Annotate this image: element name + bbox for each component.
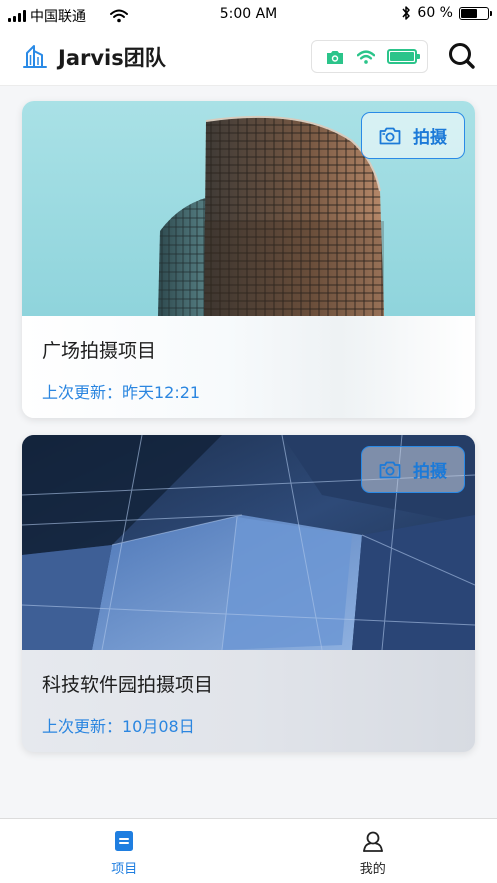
project-card[interactable]: 拍摄 广场拍摄项目 上次更新：昨天12:21 xyxy=(22,101,475,418)
project-card-body: 科技软件园拍摄项目 上次更新：10月08日 xyxy=(22,650,475,752)
tab-label: 我的 xyxy=(359,862,386,877)
battery-icon xyxy=(459,6,492,20)
status-bar-right: 60 % xyxy=(401,5,492,21)
project-title: 广场拍摄项目 xyxy=(42,340,157,362)
tab-bar: 项目 我的 xyxy=(0,818,497,883)
search-icon[interactable] xyxy=(448,42,476,70)
tab-projects[interactable]: 项目 xyxy=(0,819,249,883)
shoot-button-label: 拍摄 xyxy=(413,462,447,482)
project-title: 科技软件园拍摄项目 xyxy=(42,674,214,696)
bluetooth-icon xyxy=(402,6,411,20)
tab-label: 项目 xyxy=(111,862,138,877)
wifi-icon xyxy=(356,49,375,64)
project-card-body: 广场拍摄项目 上次更新：昨天12:21 xyxy=(22,316,475,418)
battery-icon xyxy=(387,49,420,64)
last-updated: 上次更新：昨天12:21 xyxy=(42,383,201,402)
list-icon xyxy=(115,831,134,851)
project-card[interactable]: 拍摄 科技软件园拍摄项目 上次更新：10月08日 xyxy=(22,435,475,752)
tab-mine[interactable]: 我的 xyxy=(249,819,497,883)
user-icon xyxy=(362,831,383,852)
camera-icon xyxy=(379,461,401,479)
app-header: Jarvis团队 xyxy=(0,30,497,86)
building-icon xyxy=(23,45,47,68)
status-bar: 中国联通 5:00 AM 60 % xyxy=(0,0,497,30)
app-title: Jarvis团队 xyxy=(58,46,166,70)
camera-icon xyxy=(327,50,343,64)
camera-icon xyxy=(379,127,401,145)
device-status-panel[interactable] xyxy=(311,40,428,73)
last-updated: 上次更新：10月08日 xyxy=(42,717,195,736)
battery-percent: 60 % xyxy=(417,5,453,21)
shoot-button[interactable]: 拍摄 xyxy=(361,112,465,159)
shoot-button[interactable]: 拍摄 xyxy=(361,446,465,493)
shoot-button-label: 拍摄 xyxy=(413,128,447,148)
